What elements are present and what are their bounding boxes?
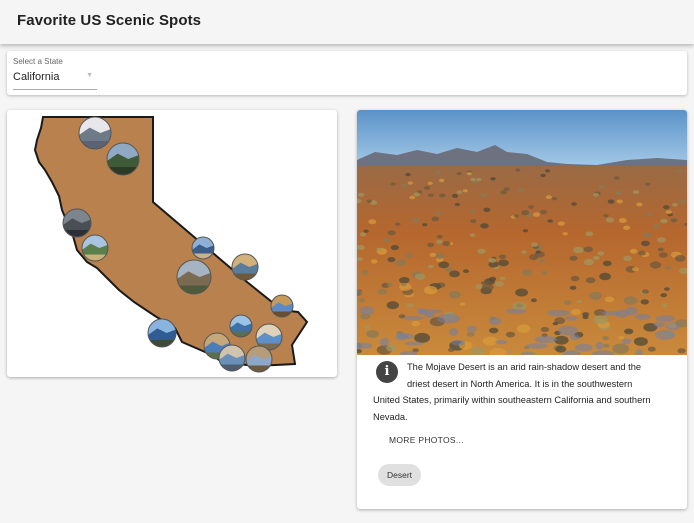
state-select-value: California — [13, 71, 60, 83]
detail-card: i The Mojave Desert is an arid rain-shad… — [357, 110, 687, 509]
app-bar: Favorite US Scenic Spots — [0, 0, 694, 44]
state-select[interactable]: California ▼ — [13, 69, 97, 90]
california-map — [33, 116, 309, 373]
description-line: The Mojave Desert is an arid rain-shadow… — [407, 362, 642, 372]
state-map-card — [7, 110, 337, 377]
category-chip[interactable]: Desert — [378, 464, 422, 486]
location-description: The Mojave Desert is an arid rain-shadow… — [373, 359, 673, 425]
mojave-desert-photo — [357, 110, 687, 355]
more-photos-button[interactable]: MORE PHOTOS... — [381, 431, 472, 449]
description-line: Nevada. — [373, 411, 408, 422]
page-title: Favorite US Scenic Spots — [17, 12, 202, 29]
description-line: United States, primarily within southeas… — [373, 395, 651, 405]
chevron-down-icon: ▼ — [86, 72, 93, 79]
description-line: driest desert in North America. It is in… — [407, 378, 633, 389]
state-select-card: Select a State California ▼ — [7, 51, 687, 95]
state-select-label: Select a State — [13, 57, 63, 66]
